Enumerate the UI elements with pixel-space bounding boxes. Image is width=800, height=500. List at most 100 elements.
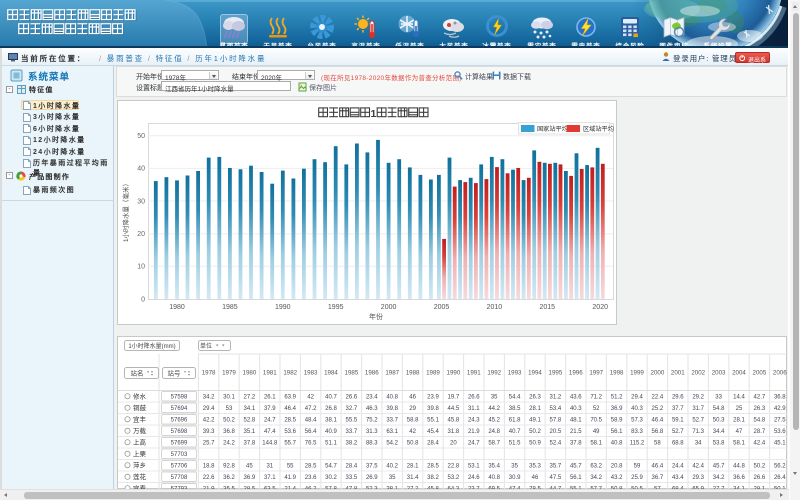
svg-text:39.8: 39.8 (386, 406, 398, 412)
svg-text:2001: 2001 (671, 370, 685, 377)
svg-text:56.1: 56.1 (611, 429, 623, 435)
svg-text:1999: 1999 (630, 370, 644, 377)
svg-text:区域站平均: 区域站平均 (583, 125, 614, 133)
svg-text:55.7: 55.7 (284, 441, 296, 447)
svg-text:71.3: 71.3 (692, 429, 704, 435)
svg-text:1984: 1984 (324, 370, 338, 377)
svg-text:2005: 2005 (753, 370, 767, 377)
svg-text:上高: 上高 (133, 438, 147, 447)
svg-text:38.2: 38.2 (346, 441, 358, 447)
svg-text:20: 20 (450, 441, 457, 447)
svg-text:41.9: 41.9 (284, 475, 296, 481)
svg-text:58.1: 58.1 (590, 441, 602, 447)
svg-text:51.2: 51.2 (611, 395, 623, 401)
svg-text:19.7: 19.7 (448, 395, 460, 401)
svg-text:50.9: 50.9 (529, 441, 541, 447)
svg-text:26.4: 26.4 (774, 475, 786, 481)
svg-text:34.2: 34.2 (713, 475, 725, 481)
svg-text:36.7: 36.7 (652, 475, 664, 481)
svg-text:1980: 1980 (169, 304, 185, 311)
svg-text:47: 47 (736, 429, 743, 435)
svg-text:61.8: 61.8 (509, 418, 521, 424)
svg-text:51.5: 51.5 (509, 441, 521, 447)
svg-text:68.8: 68.8 (672, 441, 684, 447)
svg-text:26.1: 26.1 (264, 395, 276, 401)
svg-text:35.4: 35.4 (488, 463, 500, 469)
svg-text:49.1: 49.1 (529, 418, 541, 424)
svg-text:88.3: 88.3 (366, 441, 378, 447)
svg-text:42.4: 42.4 (754, 441, 766, 447)
svg-text:29.4: 29.4 (631, 395, 643, 401)
svg-text:53.1: 53.1 (468, 463, 480, 469)
svg-text:46: 46 (532, 475, 539, 481)
svg-text:53.6: 53.6 (774, 429, 786, 435)
svg-text:1983: 1983 (304, 370, 318, 377)
svg-text:40: 40 (137, 166, 145, 173)
svg-text:35.7: 35.7 (550, 463, 562, 469)
svg-text:40.9: 40.9 (325, 429, 337, 435)
svg-text:28.1: 28.1 (407, 463, 419, 469)
svg-text:59: 59 (634, 463, 641, 469)
svg-text:56.8: 56.8 (652, 429, 664, 435)
svg-text:上栗: 上栗 (133, 449, 147, 458)
svg-text:52.8: 52.8 (244, 418, 256, 424)
svg-text:34.4: 34.4 (713, 429, 725, 435)
svg-text:144.8: 144.8 (262, 441, 278, 447)
svg-text:52.7: 52.7 (672, 429, 684, 435)
svg-text:37.8: 37.8 (570, 441, 582, 447)
svg-text:57703: 57703 (171, 452, 188, 458)
svg-text:萍乡: 萍乡 (133, 460, 146, 469)
svg-text:46.4: 46.4 (652, 418, 664, 424)
svg-text:70.5: 70.5 (590, 418, 602, 424)
svg-text:1985: 1985 (222, 304, 238, 311)
svg-text:37.9: 37.9 (264, 406, 276, 412)
svg-text:38.1: 38.1 (325, 418, 337, 424)
svg-text:28.7: 28.7 (754, 429, 766, 435)
svg-text:45.4: 45.4 (427, 429, 439, 435)
svg-text:22.8: 22.8 (448, 463, 460, 469)
svg-text:35: 35 (511, 463, 518, 469)
svg-text:50.2: 50.2 (529, 429, 541, 435)
svg-text:22.4: 22.4 (652, 395, 664, 401)
svg-text:29: 29 (409, 406, 416, 412)
svg-text:14.4: 14.4 (733, 395, 745, 401)
svg-text:40.3: 40.3 (631, 406, 643, 412)
svg-text:2000: 2000 (651, 370, 665, 377)
svg-text:43.2: 43.2 (611, 475, 623, 481)
svg-text:42: 42 (409, 429, 416, 435)
svg-text:34.1: 34.1 (244, 406, 256, 412)
svg-text:51.1: 51.1 (325, 441, 337, 447)
svg-text:34: 34 (695, 441, 702, 447)
svg-text:55.5: 55.5 (346, 418, 358, 424)
svg-text:24.6: 24.6 (468, 475, 480, 481)
svg-text:54.7: 54.7 (325, 463, 337, 469)
svg-text:63.1: 63.1 (386, 429, 398, 435)
svg-text:1998: 1998 (610, 370, 624, 377)
svg-text:国家站平均: 国家站平均 (537, 125, 568, 133)
svg-text:33: 33 (715, 395, 722, 401)
svg-text:1994: 1994 (528, 370, 542, 377)
svg-text:铜鼓: 铜鼓 (133, 403, 147, 412)
svg-text:33.7: 33.7 (386, 418, 398, 424)
svg-text:47.5: 47.5 (550, 475, 562, 481)
svg-text:76.5: 76.5 (305, 441, 317, 447)
svg-text:33.5: 33.5 (346, 475, 358, 481)
svg-text:53.8: 53.8 (713, 441, 725, 447)
svg-text:29.2: 29.2 (692, 395, 704, 401)
svg-text:43.4: 43.4 (672, 475, 684, 481)
svg-text:1990: 1990 (275, 304, 291, 311)
svg-text:49: 49 (593, 429, 600, 435)
svg-text:53.6: 53.6 (284, 429, 296, 435)
svg-text:56.1: 56.1 (570, 475, 582, 481)
svg-text:42.2: 42.2 (203, 418, 215, 424)
svg-text:20.8: 20.8 (611, 463, 623, 469)
svg-text:21.9: 21.9 (468, 429, 480, 435)
svg-text:28.5: 28.5 (284, 418, 296, 424)
svg-text:45: 45 (246, 463, 253, 469)
svg-text:22.6: 22.6 (203, 475, 215, 481)
svg-text:1小时降水量(mm): 1小时降水量(mm) (128, 342, 175, 350)
svg-text:26.6: 26.6 (754, 475, 766, 481)
svg-text:1980: 1980 (243, 370, 257, 377)
svg-text:23.4: 23.4 (366, 395, 378, 401)
svg-text:58: 58 (654, 441, 661, 447)
